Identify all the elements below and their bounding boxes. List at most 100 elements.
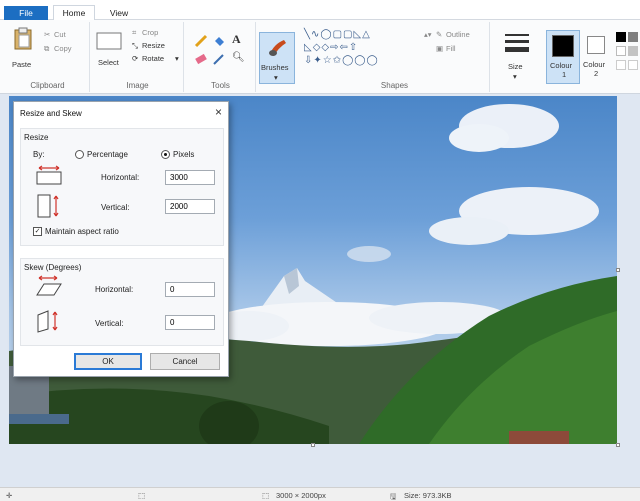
size-label: Size (508, 62, 523, 71)
colour-1-swatch (552, 35, 574, 57)
shapes-gallery[interactable]: ╲∿◯▢▢◺△ ◺◇◇⇨⇦⇧ ⇩✦☆✩◯◯◯ (304, 28, 426, 68)
resize-skew-dialog: Resize and Skew × Resize By: Percentage … (13, 101, 229, 377)
outline-icon: ✎ (436, 30, 443, 39)
tools-group: A 🔍︎ Tools (186, 22, 256, 92)
by-label: By: (33, 150, 45, 159)
magnifier-icon[interactable]: 🔍︎ (232, 52, 245, 63)
outline-button[interactable]: Outline (446, 30, 470, 39)
colour-1-button[interactable]: Colour 1 (546, 30, 580, 84)
skew-section: Skew (Degrees) Horizontal: Vertical: (20, 258, 224, 346)
tab-view[interactable]: View (102, 6, 136, 20)
resize-horizontal-input[interactable] (165, 170, 215, 185)
resize-heading: Resize (24, 133, 49, 142)
colour-palette[interactable] (616, 32, 640, 82)
image-group-label: Image (126, 81, 149, 90)
fill-button[interactable]: Fill (446, 44, 456, 53)
rotate-icon: ⟳ (132, 54, 139, 63)
clipboard-group-label: Clipboard (30, 81, 65, 90)
colour-2-button[interactable]: Colour 2 (582, 30, 612, 84)
shape-star-icon[interactable]: ⇩✦☆✩◯◯◯ (304, 55, 379, 66)
select-label: Select (98, 58, 119, 67)
ribbon-tabs: File Home View (0, 0, 640, 20)
image-dimensions: 3000 × 2000px (276, 491, 326, 500)
skew-vertical-label: Vertical: (95, 319, 124, 328)
resize-horizontal-label: Horizontal: (101, 173, 140, 182)
paste-label: Paste (12, 60, 32, 69)
colour-2-number: 2 (594, 69, 599, 78)
maintain-aspect-ratio-checkbox[interactable]: ✓ (33, 227, 42, 236)
rotate-dropdown-icon[interactable]: ▾ (175, 54, 179, 63)
resize-icon: ⤡ (132, 41, 138, 50)
skew-horizontal-input[interactable] (165, 282, 215, 297)
brushes-label: Brushes (261, 63, 289, 72)
colour-2-swatch (587, 36, 605, 54)
cancel-button[interactable]: Cancel (150, 353, 220, 370)
paste-button[interactable]: Paste (10, 26, 36, 70)
pixels-radio[interactable] (161, 150, 170, 159)
size-dropdown-icon: ▾ (513, 72, 517, 81)
colour-2-label: Colour (583, 60, 606, 69)
maintain-aspect-ratio-label[interactable]: Maintain aspect ratio (45, 227, 119, 236)
close-icon[interactable]: × (215, 105, 222, 119)
cut-icon: ✂ (44, 30, 51, 39)
shapes-scroll-icon[interactable]: ▴▾ (424, 30, 432, 39)
skew-vertical-input[interactable] (165, 315, 215, 330)
rotate-button[interactable]: Rotate (142, 54, 164, 63)
image-dimensions-icon: ⬚ (262, 491, 270, 500)
shapes-group-label: Shapes (380, 81, 409, 90)
pixels-label[interactable]: Pixels (173, 150, 194, 159)
pencil-icon[interactable] (194, 34, 208, 48)
brushes-dropdown-icon: ▾ (274, 73, 278, 82)
resize-section: Resize By: Percentage Pixels Horizontal:… (20, 128, 224, 246)
palette-swatch-light-gray[interactable] (628, 46, 638, 56)
select-rectangle-icon (96, 32, 122, 50)
canvas-resize-handle-corner[interactable] (616, 443, 620, 447)
copy-button[interactable]: Copy (54, 44, 72, 53)
status-bar: ✛ ⬚ ⬚ 3000 × 2000px 🖫︎ Size: 973.3KB (0, 487, 640, 501)
tab-home[interactable]: Home (53, 5, 95, 20)
percentage-label[interactable]: Percentage (87, 150, 128, 159)
shapes-group: ╲∿◯▢▢◺△ ◺◇◇⇨⇦⇧ ⇩✦☆✩◯◯◯ ▴▾ ✎ Outline ▣ Fi… (300, 22, 490, 92)
resize-button[interactable]: Resize (142, 41, 165, 50)
copy-icon: ⧉ (44, 44, 50, 53)
palette-swatch-empty[interactable] (616, 60, 626, 70)
crop-button[interactable]: Crop (142, 28, 158, 37)
percentage-radio[interactable] (75, 150, 84, 159)
text-icon[interactable]: A (232, 32, 241, 47)
resize-vertical-input[interactable] (165, 199, 215, 214)
eraser-icon[interactable] (194, 52, 208, 66)
crop-icon: ⌗ (132, 28, 137, 37)
shape-line-icon[interactable]: ╲∿◯▢▢◺△ (304, 29, 371, 40)
color-picker-icon[interactable] (212, 52, 226, 66)
colour-1-number: 1 (562, 70, 567, 79)
ok-button[interactable]: OK (74, 353, 142, 370)
brushes-button[interactable]: Brushes ▾ (259, 32, 295, 84)
cursor-position-icon: ✛ (6, 491, 13, 500)
file-size-icon: 🖫︎ (390, 492, 397, 501)
line-size-icon (505, 34, 529, 52)
palette-swatch-white[interactable] (616, 46, 626, 56)
cut-button[interactable]: Cut (54, 30, 66, 39)
tab-file[interactable]: File (4, 6, 48, 20)
skew-horizontal-icon (36, 275, 62, 296)
clipboard-group: Paste ✂ Cut ⧉ Copy Clipboard (6, 22, 90, 92)
select-button[interactable]: Select (96, 28, 124, 72)
palette-swatch-black[interactable] (616, 32, 626, 42)
clipboard-icon (14, 27, 32, 50)
selection-size-icon: ⬚ (138, 491, 146, 500)
shape-polygon-icon[interactable]: ◺◇◇⇨⇦⇧ (304, 42, 358, 53)
dialog-title: Resize and Skew (20, 109, 82, 118)
palette-swatch-gray[interactable] (628, 32, 638, 42)
colour-1-label: Colour (550, 61, 573, 70)
size-button[interactable]: Size ▾ (500, 32, 534, 84)
skew-vertical-icon (37, 310, 58, 333)
skew-horizontal-label: Horizontal: (95, 285, 134, 294)
canvas-resize-handle-bottom[interactable] (311, 443, 315, 447)
palette-swatch-empty[interactable] (628, 60, 638, 70)
tools-group-label: Tools (211, 81, 230, 90)
ribbon: Paste ✂ Cut ⧉ Copy Clipboard Select ⌗ Cr… (0, 20, 640, 94)
file-size: Size: 973.3KB (404, 491, 452, 500)
fill-bucket-icon[interactable] (212, 34, 226, 48)
resize-vertical-icon (37, 194, 59, 218)
canvas-resize-handle-right[interactable] (616, 268, 620, 272)
